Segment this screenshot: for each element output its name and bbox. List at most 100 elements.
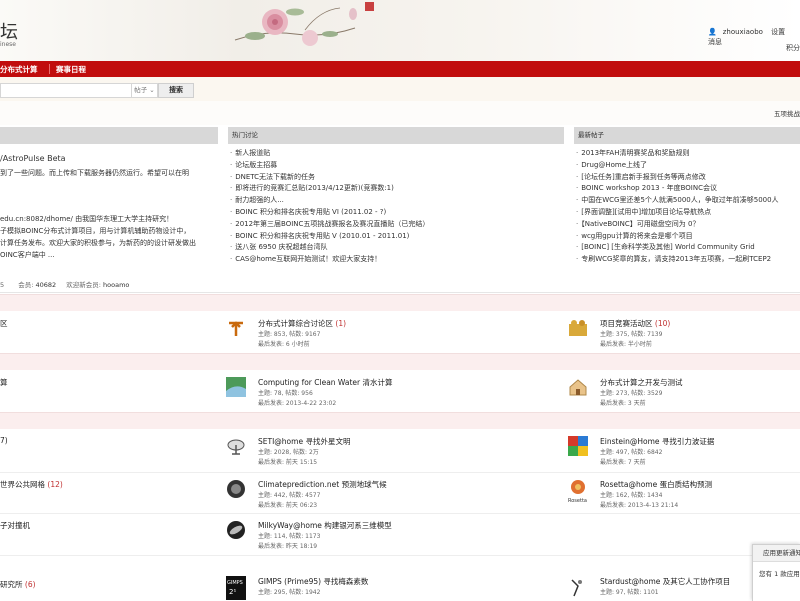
popup-body[interactable]: 您有 1 款应用更新 [753, 562, 800, 578]
list-item[interactable]: 【NativeBOINC】可用磁盘空间为 0？ [576, 219, 779, 231]
forum-title[interactable]: SETI@home 寻找外星文明 [258, 436, 350, 447]
milkyway-galaxy-icon [227, 521, 245, 539]
clean-water-icon [226, 377, 246, 397]
category-bar [0, 412, 800, 429]
header: 坛 inese 👤 zhouxiaobo 设置 消息 积分 [0, 0, 800, 61]
forum-stats: 5 会员: 40682 欢迎新会员: hooamo [0, 278, 800, 293]
search-type-select[interactable]: 帖子 ⌄ [131, 83, 158, 98]
forum-last-post: 最后发表: 前天 06:23 [258, 502, 318, 509]
forum-stats-text: 主题: 497, 帖数: 6842 [600, 449, 663, 456]
forum-title[interactable]: 分布式计算综合讨论区 (1) [258, 318, 346, 329]
forum-title[interactable]: Rosetta@home 蛋白质结构预测 [600, 479, 712, 490]
left-post-line: OINC客户端中 ... [0, 251, 55, 259]
forum-last-post: 最后发表: 前天 15:15 [258, 459, 318, 466]
stats-prefix: 5 [0, 281, 5, 289]
svg-text:2¹: 2¹ [229, 588, 236, 596]
left-post-line: 到了一些问题。而上传和下载服务器仍然运行。希望可以在明 [0, 169, 189, 177]
list-item[interactable]: DNETC无法下载新的任务 [230, 172, 429, 184]
list-item[interactable]: 送八张 6950 庆祝超越台湾队 [230, 242, 429, 254]
forum-title[interactable]: 子对撞机 [0, 520, 30, 531]
new-posts-header: 最新帖子 [574, 127, 800, 144]
username-link[interactable]: zhouxiaobo [723, 28, 763, 36]
search-button[interactable]: 搜索 [158, 83, 194, 98]
forum-title[interactable]: 研究所 (6) [0, 579, 36, 590]
forum-title[interactable]: 分布式计算之开发与测试 [600, 377, 683, 388]
messages-link[interactable]: 消息 [708, 38, 722, 46]
forum-stats-text: 主题: 295, 帖数: 1942 [258, 589, 321, 596]
list-item[interactable]: [论坛任务]重启新手报到任务等两点修改 [576, 172, 779, 184]
members-count: 40682 [35, 281, 57, 289]
site-logo-subtext: inese [0, 41, 16, 48]
left-column-header [0, 127, 218, 144]
row-divider [0, 472, 800, 473]
list-item[interactable]: CAS@home互联网开始测试！欢迎大家支持！ [230, 254, 429, 266]
left-post-title[interactable]: /AstroPulse Beta [0, 154, 66, 163]
forum-title[interactable]: GIMPS (Prime95) 寻找梅森素数 [258, 576, 368, 587]
list-item[interactable]: 即将进行的竞赛汇总贴(2013/4/12更新)(竞赛数:1) [230, 183, 429, 195]
row-divider [0, 513, 800, 514]
search-input[interactable] [0, 83, 132, 98]
stardust-icon [571, 579, 582, 597]
list-item[interactable]: 中国在WCG里还差5个人就满5000人，争取过年前凑够5000人 [576, 195, 778, 207]
forum-stats-text: 主题: 2028, 帖数: 2万 [258, 449, 319, 456]
list-item[interactable]: 耐力超强的人... [230, 195, 429, 207]
forum-title[interactable]: Stardust@home 及其它人工协作项目 [600, 576, 730, 587]
distributed-computing-icon [229, 321, 243, 336]
left-post-line: 子模拟BOINC分布式计算项目，用与计算机辅助药物设计中， [0, 227, 191, 235]
forum-title[interactable]: 7) [0, 436, 8, 445]
popup-title: 应用更新通知 [753, 545, 800, 562]
forum-last-post: 最后发表: 3 天前 [600, 400, 646, 407]
list-item[interactable]: [界面调整][试用中]增加项目论坛导航热点 [576, 207, 779, 219]
hot-discussions-header: 热门讨论 [228, 127, 564, 144]
row-divider [0, 555, 800, 556]
list-item[interactable]: wcg用gpu计算的将来会是哪个项目 [576, 231, 779, 243]
hot-discussions-list: 新人报道贴 论坛版主招募 DNETC无法下载新的任务 即将进行的竞赛汇总贴(20… [230, 148, 429, 266]
list-item[interactable]: [BOINC] [生命科学类及其他] World Community Grid [576, 242, 779, 254]
forum-last-post: 最后发表: 2013-4-13 21:14 [600, 502, 679, 509]
forum-title[interactable]: 算 [0, 377, 8, 388]
einstein-logo-icon [568, 436, 588, 456]
list-item[interactable]: 专刷WCG奖章的算友，请支持2013年五项赛，一起刷TCEP2 [576, 254, 779, 266]
left-post-line: edu.cn:8082/dhome/ 由我国华东理工大学主持研究！ [0, 215, 174, 223]
gimps-logo-icon: GIMPS 2¹ [226, 576, 246, 600]
app-update-popup[interactable]: 应用更新通知 您有 1 款应用更新 [752, 544, 800, 601]
puzzle-icon [569, 320, 587, 336]
list-item[interactable]: 2013年FAH清明赛奖品和奖励规则 [576, 148, 779, 160]
nav-divider [49, 64, 50, 74]
nav-item-distributed-computing[interactable]: 分布式计算 [0, 64, 38, 75]
members-label: 会员: [18, 281, 34, 289]
peony-banner-image [234, 2, 374, 46]
category-bar [0, 353, 800, 370]
points-link[interactable]: 积分 [786, 43, 800, 53]
left-post-line: 计算任务发布。欢迎大家的积极参与，为新药的的设计研发做出 [0, 239, 196, 247]
forum-title[interactable]: Computing for Clean Water 清水计算 [258, 377, 393, 388]
forum-title[interactable]: 项目竞赛活动区 (10) [600, 318, 670, 329]
forum-stats-text: 主题: 78, 帖数: 956 [258, 390, 313, 397]
forum-title[interactable]: 世界公共网格 (12) [0, 479, 63, 490]
forum-title[interactable]: 区 [0, 318, 8, 329]
climate-globe-icon [227, 480, 245, 498]
newest-member-label: 欢迎新会员: [66, 281, 101, 289]
forum-stats-text: 主题: 114, 帖数: 1173 [258, 533, 321, 540]
satellite-dish-icon [227, 439, 245, 455]
forum-title[interactable]: Einstein@Home 寻找引力波证据 [600, 436, 714, 447]
announcement-text[interactable]: 五项挑战 [774, 108, 800, 118]
list-item[interactable]: 论坛版主招募 [230, 160, 429, 172]
forum-title[interactable]: Climateprediction.net 预测地球气候 [258, 479, 387, 490]
list-item[interactable]: 新人报道贴 [230, 148, 429, 160]
nav-item-schedule[interactable]: 赛事日程 [56, 64, 86, 75]
newest-member-link[interactable]: hooamo [103, 281, 129, 289]
forum-title[interactable]: MilkyWay@home 构建银河系三维模型 [258, 520, 392, 531]
forum-last-post: 最后发表: 2013-4-22 23:02 [258, 400, 337, 407]
svg-text:Rosetta: Rosetta [568, 498, 587, 503]
list-item[interactable]: BOINC 积分和排名庆祝专用贴 V (2010.01 - 2011.01) [230, 231, 429, 243]
forum-last-post: 最后发表: 昨天 18:19 [258, 543, 318, 550]
forum-stats-text: 主题: 442, 帖数: 4577 [258, 492, 321, 499]
settings-link[interactable]: 设置 [771, 28, 785, 36]
svg-text:GIMPS: GIMPS [227, 580, 243, 586]
forum-stats-text: 主题: 375, 帖数: 7139 [600, 331, 663, 338]
list-item[interactable]: BOINC 积分和排名庆祝专用贴 VI (2011.02 - ?) [230, 207, 429, 219]
list-item[interactable]: Drug@Home上线了 [576, 160, 779, 172]
list-item[interactable]: 2012年第三届BOINC五项挑战赛报名及赛况直播贴（已完结） [230, 219, 429, 231]
list-item[interactable]: BOINC workshop 2013 - 年度BOINC会议 [576, 183, 779, 195]
